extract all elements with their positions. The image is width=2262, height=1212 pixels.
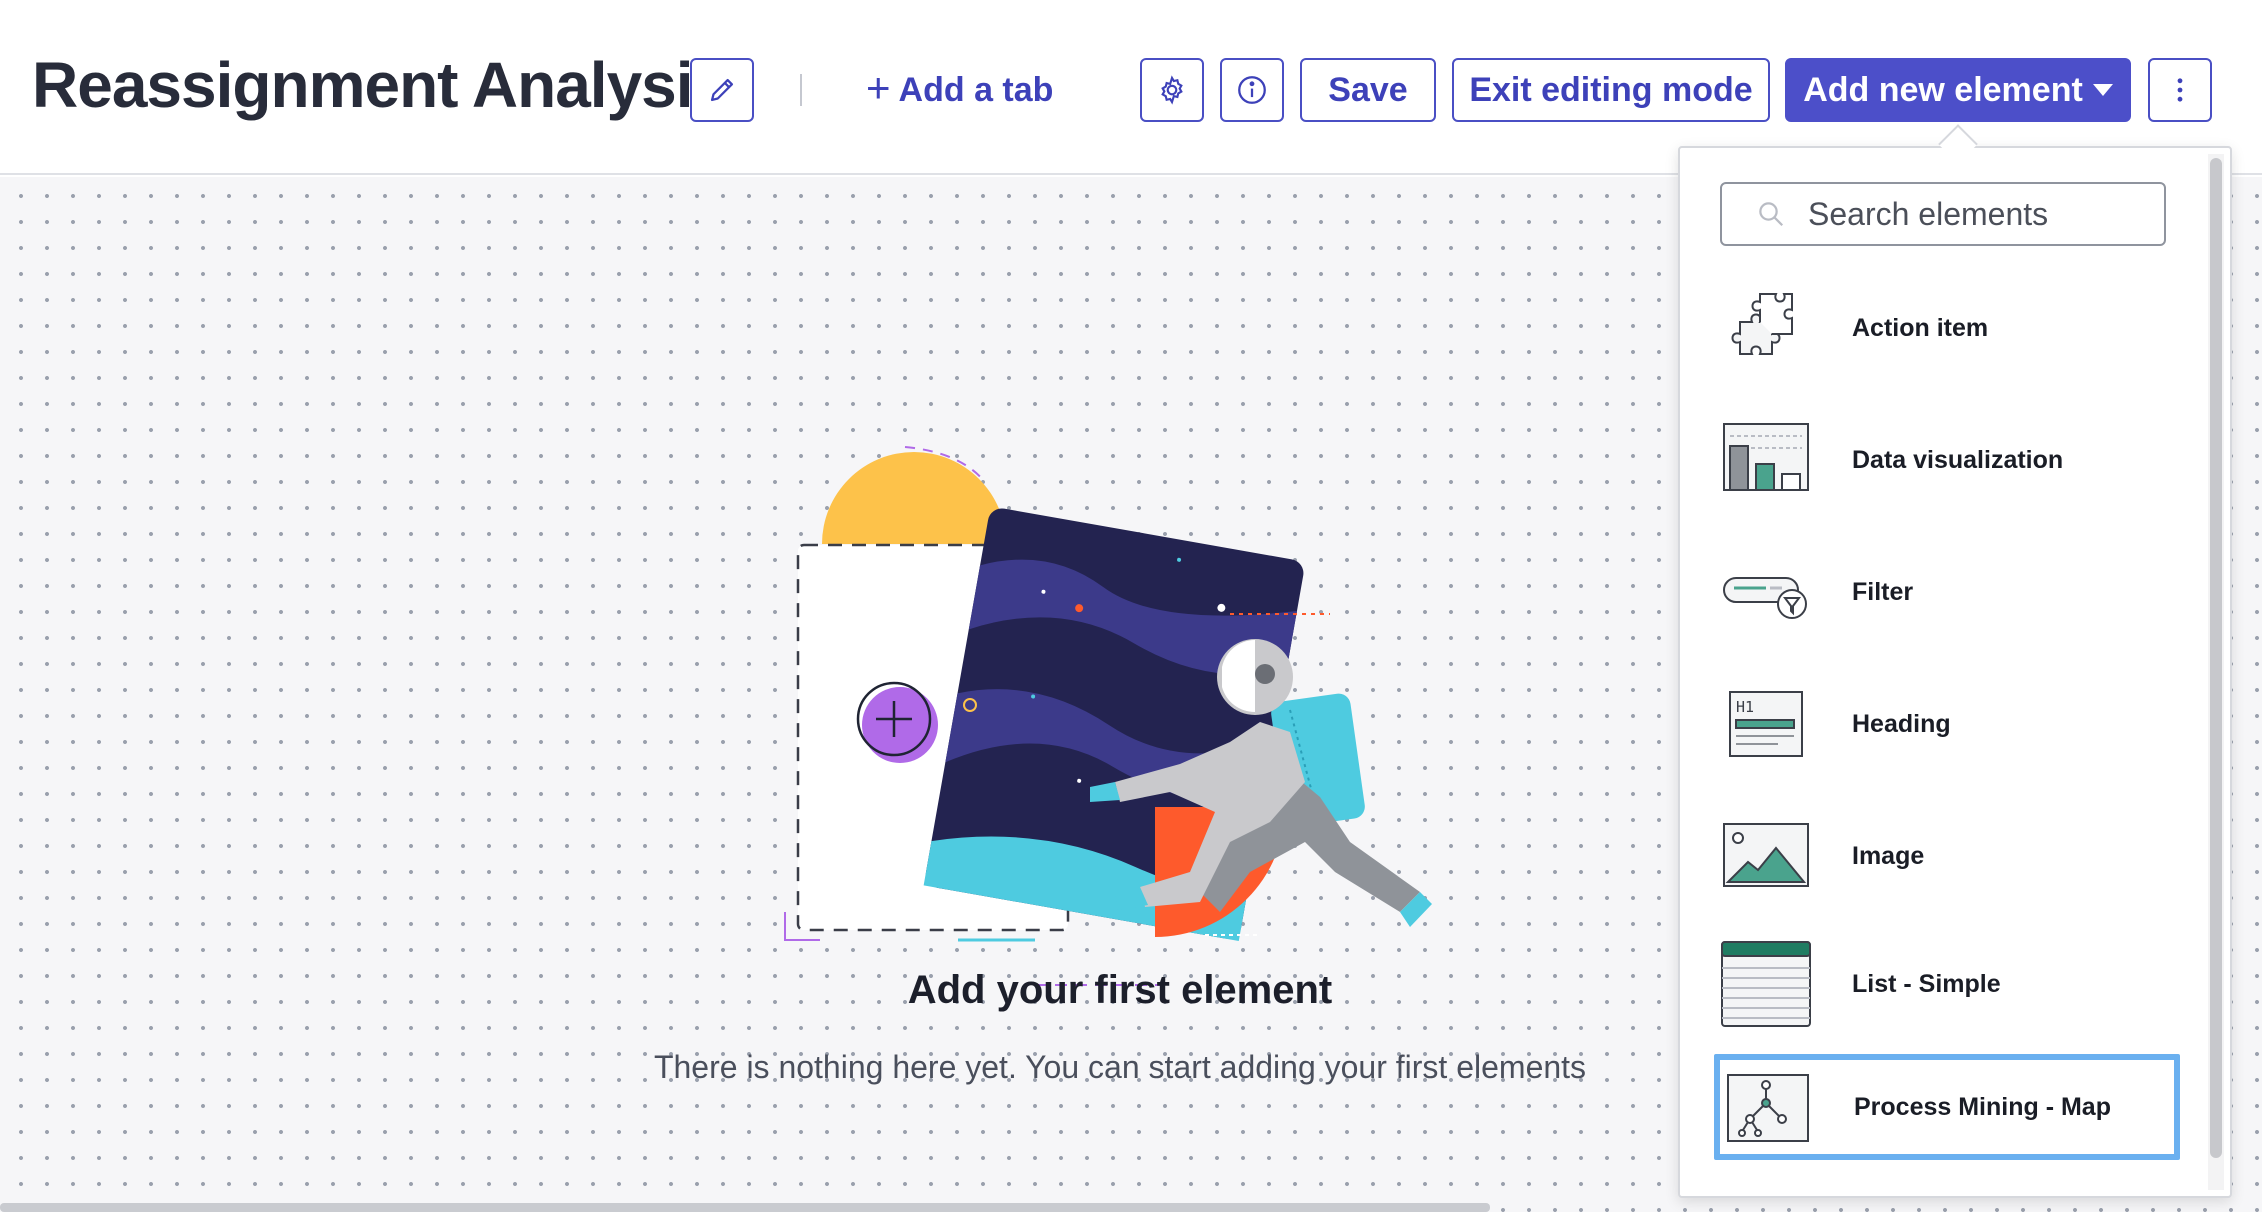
add-new-element-button[interactable]: Add new element (1785, 58, 2131, 122)
element-item-label: Heading (1852, 709, 1951, 738)
heading-icon: H1 (1729, 691, 1803, 757)
image-icon (1723, 823, 1809, 887)
vertical-ellipsis-icon (2177, 78, 2183, 102)
svg-text:H1: H1 (1736, 698, 1754, 716)
element-item-label: Filter (1852, 577, 1914, 606)
bar-chart-icon (1723, 423, 1809, 491)
element-item-image[interactable]: Image (1720, 800, 2180, 912)
horizontal-scrollbar[interactable] (0, 1203, 1490, 1212)
dropdown-scrollbar-thumb[interactable] (2210, 158, 2222, 1158)
info-icon (1238, 76, 1266, 104)
element-item-heading[interactable]: H1 Heading (1720, 668, 2180, 780)
add-tab-button[interactable]: + Add a tab (866, 66, 1053, 114)
list-icon (1721, 941, 1811, 1027)
pencil-icon (710, 78, 734, 102)
search-elements-input[interactable] (1808, 195, 2168, 233)
add-tab-label: Add a tab (898, 70, 1054, 109)
element-item-process-mining-map[interactable]: Process Mining - Map (1714, 1054, 2180, 1160)
search-icon (1759, 202, 1784, 227)
header-divider (800, 74, 802, 106)
puzzle-piece-icon (1731, 293, 1793, 355)
element-item-label: Action item (1852, 313, 1989, 342)
element-item-action-item[interactable]: Action item (1720, 272, 2180, 384)
more-options-button[interactable] (2148, 58, 2212, 122)
add-element-dropdown: Action item Data visualization Fil (1678, 146, 2232, 1198)
element-item-list-simple[interactable]: List - Simple (1720, 928, 2180, 1040)
page-title: Reassignment Analysis (32, 49, 728, 121)
element-item-label: List - Simple (1852, 969, 2001, 998)
element-item-label: Image (1852, 841, 1925, 870)
info-button[interactable] (1220, 58, 1284, 122)
plus-icon: + (866, 64, 891, 111)
settings-button[interactable] (1140, 58, 1204, 122)
filter-icon (1723, 577, 1807, 619)
gear-icon (1161, 75, 1183, 105)
save-button[interactable]: Save (1300, 58, 1436, 122)
element-item-label: Data visualization (1852, 445, 2064, 474)
astronaut-illustration (784, 446, 1432, 986)
search-box[interactable] (1720, 182, 2168, 246)
edit-title-button[interactable] (690, 58, 754, 122)
add-new-element-label: Add new element (1803, 70, 2083, 109)
process-map-icon (1727, 1074, 1809, 1142)
exit-editing-mode-button[interactable]: Exit editing mode (1452, 58, 1770, 122)
element-item-label: Process Mining - Map (1854, 1092, 2111, 1121)
element-item-data-visualization[interactable]: Data visualization (1720, 404, 2180, 516)
element-item-filter[interactable]: Filter (1720, 536, 2180, 648)
caret-down-icon (2092, 84, 2113, 96)
